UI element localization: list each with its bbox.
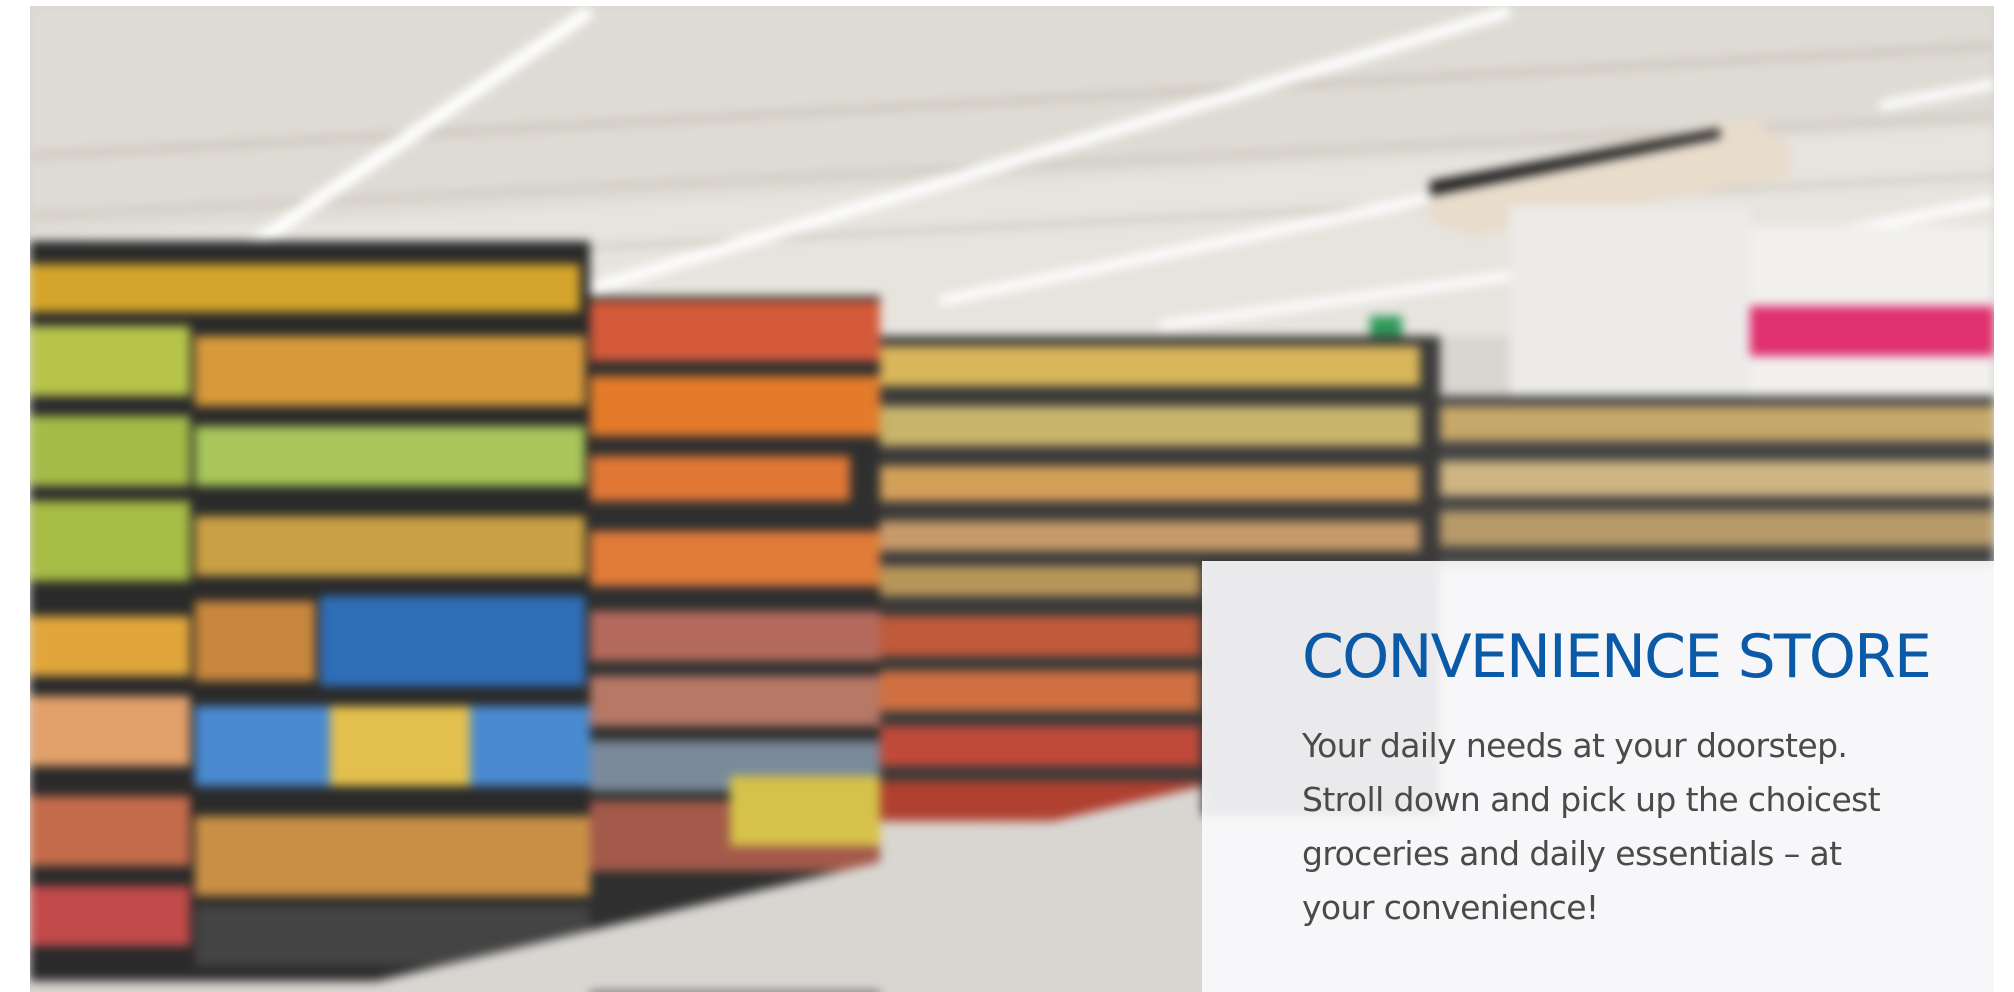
card-title: CONVENIENCE STORE	[1302, 622, 1932, 692]
card-description: Your daily needs at your doorstep. Strol…	[1302, 726, 1881, 927]
hero-section: CONVENIENCE STORE Your daily needs at yo…	[30, 6, 1994, 992]
info-card: CONVENIENCE STORE Your daily needs at yo…	[1202, 561, 1994, 992]
